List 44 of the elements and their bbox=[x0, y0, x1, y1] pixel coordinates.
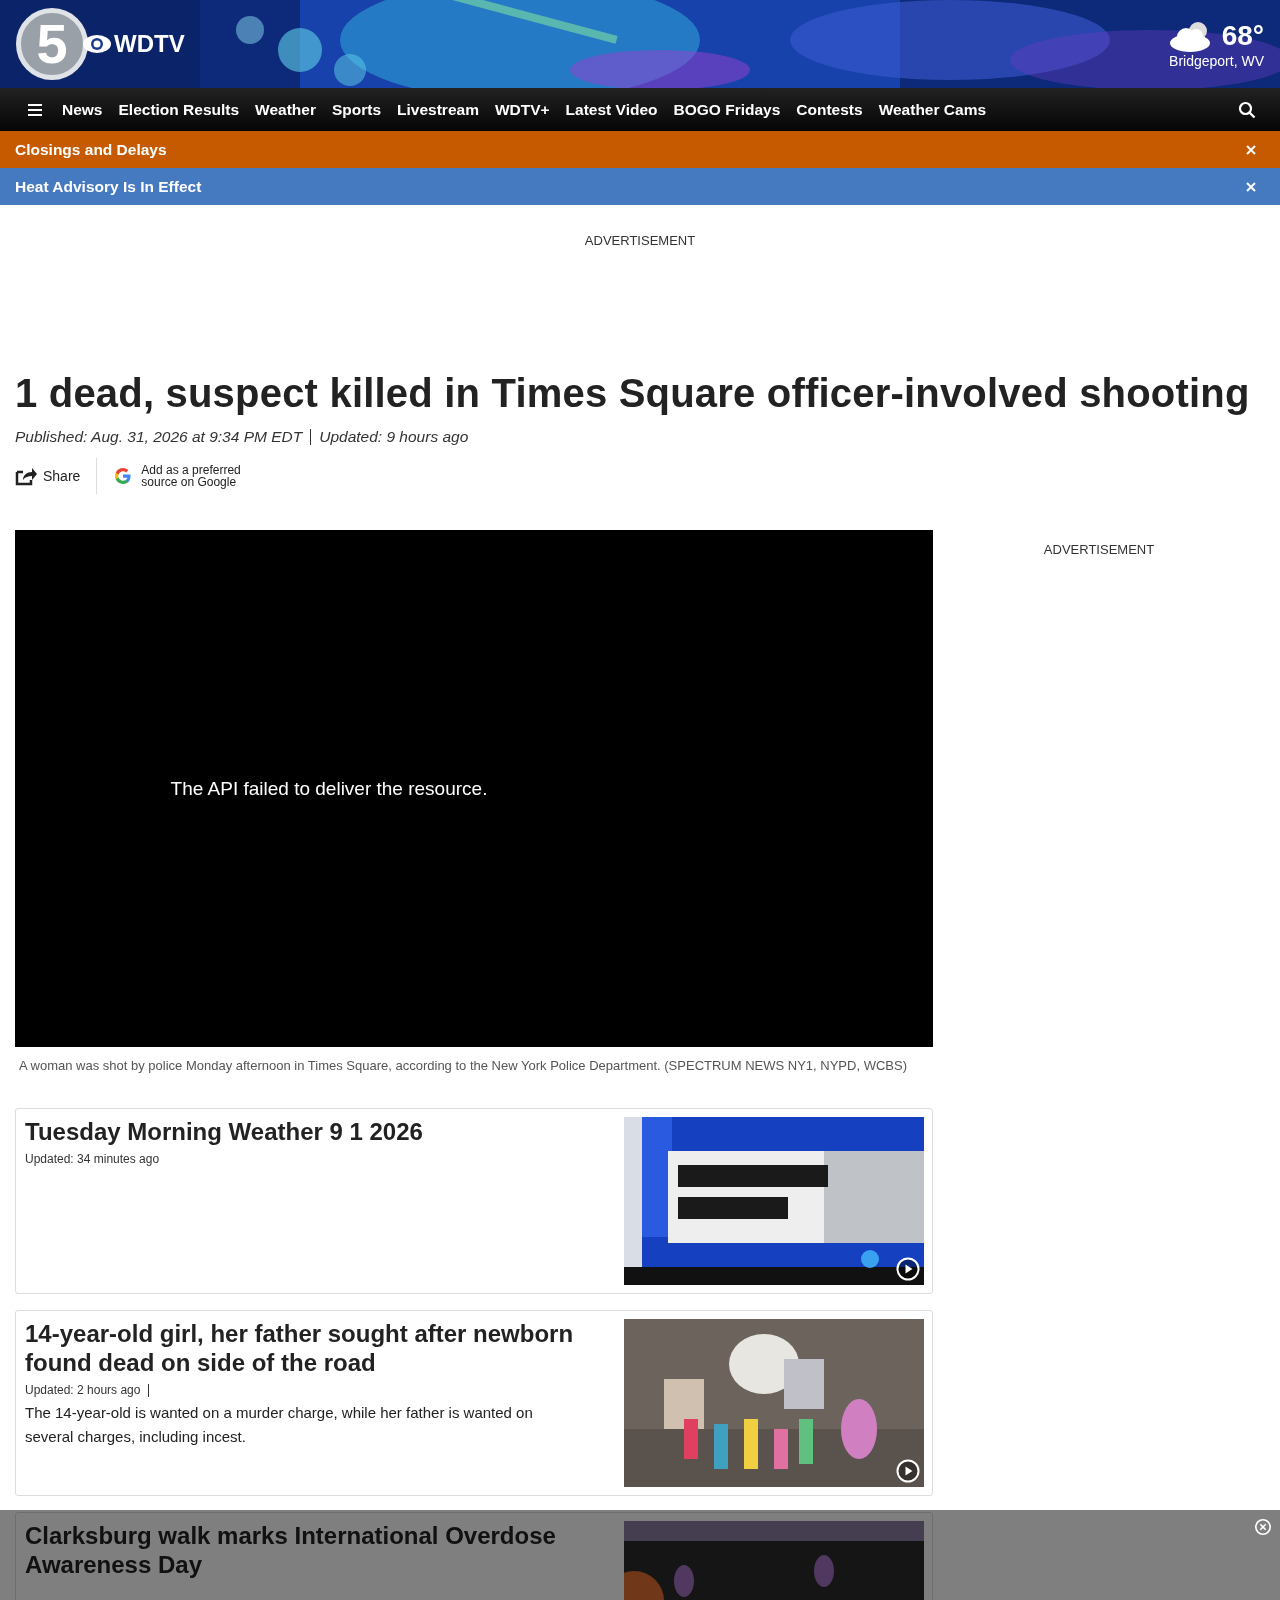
close-icon[interactable] bbox=[1246, 181, 1256, 192]
nav-link[interactable]: News bbox=[54, 100, 111, 119]
nav-link[interactable]: Election Results bbox=[110, 100, 248, 119]
nav-link[interactable]: Weather bbox=[247, 100, 324, 119]
story-summary: The 14-year-old is wanted on a murder charge, while her father is wanted on several charges, including incest. bbox=[25, 1403, 534, 1447]
alert-text: Closings and Delays bbox=[15, 140, 167, 159]
updated-time: Updated: 9 hours ago bbox=[319, 428, 469, 446]
updated-time: Updated: 2 hours ago bbox=[25, 1383, 141, 1397]
close-icon[interactable] bbox=[1246, 144, 1256, 155]
story-title[interactable]: Tuesday Morning Weather 9 1 2026 bbox=[25, 1117, 585, 1146]
video-player[interactable]: The API failed to deliver the resource. bbox=[15, 530, 933, 1047]
play-icon[interactable] bbox=[896, 1459, 920, 1483]
nav-link[interactable]: BOGO Fridays bbox=[665, 100, 789, 119]
ad-label: ADVERTISEMENT bbox=[1043, 542, 1155, 559]
close-icon[interactable] bbox=[1254, 1518, 1272, 1536]
published-date: Published: Aug. 31, 2026 at 9:34 PM EDT bbox=[15, 428, 303, 446]
location-text: Bridgeport, WV bbox=[1169, 53, 1264, 69]
nav-link[interactable]: Latest Video bbox=[557, 100, 666, 119]
story-card[interactable]: Tuesday Morning Weather 9 1 2026 Updated: 34 minutes ago bbox=[15, 1108, 933, 1294]
google-source-button[interactable]: Add as a preferred source on Google bbox=[113, 464, 247, 488]
updated-time: Updated: 34 minutes ago bbox=[25, 1152, 160, 1166]
ad-label: ADVERTISEMENT bbox=[584, 233, 696, 250]
video-caption: A woman was shot by police Monday afternoon in Times Square, according to the New York Police Department. (SPECTRUM NEWS NY1, NYPD, WCBS) bbox=[19, 1057, 908, 1075]
temperature: 68° bbox=[1221, 20, 1264, 52]
eye-icon bbox=[82, 34, 112, 54]
story-card[interactable]: Clarksburg walk marks International Overdose Awareness Day bbox=[15, 1512, 933, 1600]
logo-text[interactable]: WDTV bbox=[114, 30, 185, 58]
nav-link[interactable]: Contests bbox=[788, 100, 871, 119]
nav-link[interactable]: Weather Cams bbox=[870, 100, 995, 119]
alert-bar[interactable]: Closings and Delays bbox=[0, 131, 1280, 168]
play-icon[interactable] bbox=[896, 1257, 920, 1281]
share-icon bbox=[15, 466, 37, 486]
nav-link[interactable]: WDTV+ bbox=[486, 100, 558, 119]
story-title[interactable]: Clarksburg walk marks International Overdose Awareness Day bbox=[25, 1521, 585, 1579]
search-icon[interactable] bbox=[1238, 100, 1256, 119]
alert-text: Heat Advisory Is In Effect bbox=[15, 177, 202, 196]
menu-icon[interactable] bbox=[28, 103, 42, 116]
share-button[interactable]: Share bbox=[15, 466, 81, 486]
error-message: The API failed to deliver the resource. bbox=[170, 777, 488, 800]
nav-link[interactable]: Livestream bbox=[389, 100, 487, 119]
alert-bar[interactable]: Heat Advisory Is In Effect bbox=[0, 168, 1280, 205]
nav-link[interactable]: Sports bbox=[323, 100, 390, 119]
story-title[interactable]: 14-year-old girl, her father sought after newborn found dead on side of the road bbox=[25, 1319, 585, 1377]
headline: 1 dead, suspect killed in Times Square officer-involved shooting bbox=[15, 371, 1251, 416]
